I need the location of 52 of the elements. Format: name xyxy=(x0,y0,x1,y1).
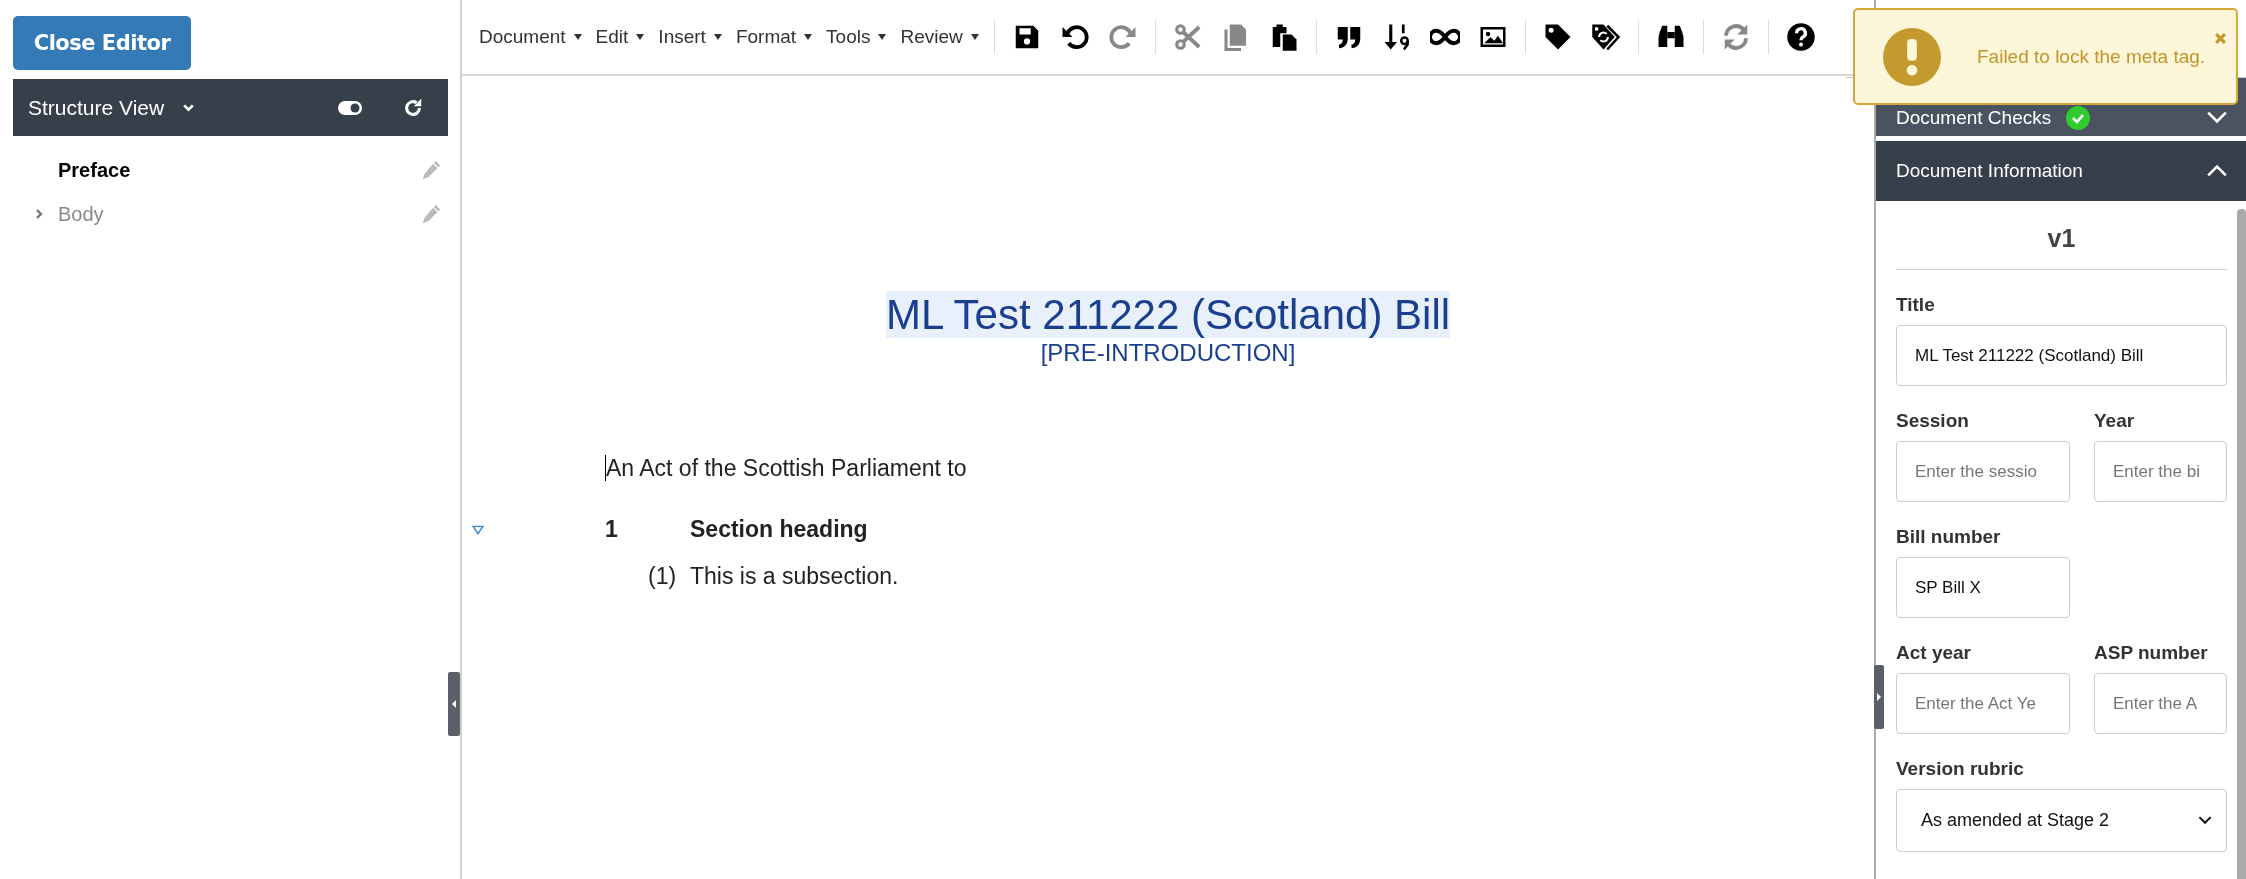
version-label: v1 xyxy=(2047,224,2076,252)
scrollbar[interactable] xyxy=(2237,209,2246,879)
caret-down-icon xyxy=(970,34,979,40)
caret-down-icon xyxy=(878,34,887,40)
document-title: ML Test 211222 (Scotland) Bill xyxy=(885,291,1451,338)
input-field[interactable]: Enter the Act Ye xyxy=(1896,673,2070,734)
input-field[interactable]: SP Bill X xyxy=(1896,557,2070,618)
accordion-title: Document Checks xyxy=(1896,107,2052,129)
menu-item[interactable]: Tools xyxy=(819,26,894,48)
tree-item[interactable]: Body xyxy=(58,202,104,226)
structure-view-dropdown[interactable]: Structure View xyxy=(28,95,196,120)
menu-item[interactable]: Edit xyxy=(588,26,652,48)
field-label: Session xyxy=(1896,410,1969,431)
field-label: Version rubric xyxy=(1896,758,2024,779)
section-heading: Section heading xyxy=(690,516,868,543)
input-field[interactable]: ML Test 211222 (Scotland) Bill xyxy=(1896,325,2227,386)
rubric-select[interactable]: As amended at Stage 2 xyxy=(1896,789,2227,852)
long-title: An Act of the Scottish Parliament to xyxy=(605,455,967,481)
tag-sync-icon[interactable] xyxy=(1590,22,1621,52)
input-field[interactable]: Enter the sessio xyxy=(1896,441,2070,502)
menu-item[interactable]: Document xyxy=(472,26,589,48)
document-status: [PRE-INTRODUCTION] xyxy=(1040,339,1296,366)
chevron-right-icon[interactable] xyxy=(34,208,44,220)
close-editor-button[interactable]: Close Editor xyxy=(13,16,191,70)
caret-down-icon xyxy=(804,34,813,40)
field-label: ASP number xyxy=(2094,642,2208,663)
caret-down-icon xyxy=(713,34,722,40)
accordion-title: Document Information xyxy=(1896,160,2083,182)
subsection-number: (1) xyxy=(648,563,678,590)
input-field[interactable]: Enter the A xyxy=(2094,673,2227,734)
exclamation-icon xyxy=(1883,27,1941,86)
field-label: Bill number xyxy=(1896,526,2001,547)
menu-item[interactable]: Format xyxy=(728,26,820,48)
triangle-marker-icon[interactable] xyxy=(472,524,484,535)
tree-item[interactable]: Preface xyxy=(58,158,131,182)
toggle-icon[interactable] xyxy=(338,100,362,115)
field-label: Title xyxy=(1896,294,1935,315)
menu-item[interactable]: Insert xyxy=(651,26,729,48)
caret-down-icon xyxy=(636,34,645,40)
collapse-handle-icon[interactable] xyxy=(448,672,460,736)
section-number: 1 xyxy=(605,516,619,543)
field-label: Year xyxy=(2094,410,2135,431)
help-icon[interactable] xyxy=(1785,22,1816,52)
subsection-text: This is a subsection. xyxy=(690,563,899,590)
input-field[interactable]: Enter the bi xyxy=(2094,441,2227,502)
toast-message: Failed to lock the meta tag. xyxy=(1977,45,2206,68)
caret-down-icon xyxy=(573,34,582,40)
chevron-down-icon xyxy=(2198,816,2212,825)
menu-item[interactable]: Review xyxy=(893,26,986,48)
accordion-header[interactable]: Document Information xyxy=(1876,141,2246,201)
field-label: Act year xyxy=(1896,642,1971,663)
collapse-handle-icon[interactable] xyxy=(1874,665,1884,729)
